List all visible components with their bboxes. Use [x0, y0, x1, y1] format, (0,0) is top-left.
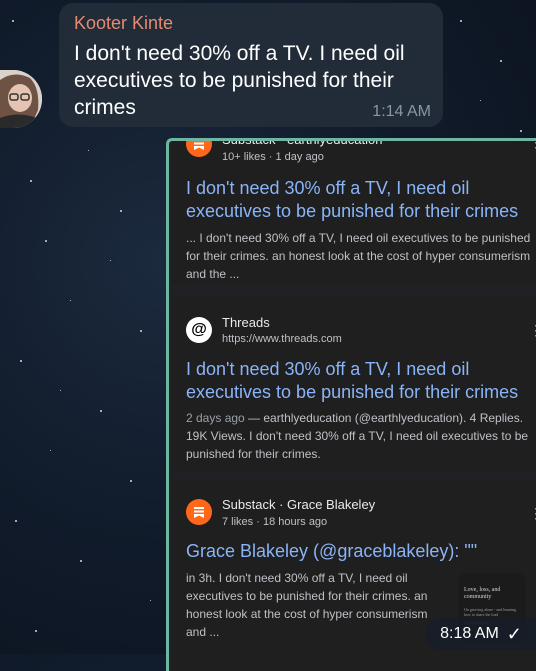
- thumbnail-title: Love, loss, and community: [464, 587, 501, 600]
- thumbnail-subtitle: On grieving alone - and learning how to …: [464, 607, 517, 617]
- check-icon: ✓: [506, 623, 522, 644]
- more-vert-icon[interactable]: ⋮: [529, 506, 536, 520]
- result-subline: https://www.threads.com: [222, 333, 342, 345]
- sent-status: 8:18 AM ✓: [426, 618, 536, 650]
- threads-icon: @: [186, 317, 212, 343]
- search-results-panel: Substack · earthlyeducation 10+ likes · …: [166, 138, 536, 671]
- result-source: Substack · Grace Blakeley: [222, 497, 376, 512]
- result-source: Substack · earthlyeducation: [222, 138, 383, 147]
- result-subline: 7 likes · 18 hours ago: [222, 516, 328, 528]
- substack-icon: [186, 499, 212, 525]
- sender-avatar[interactable]: [0, 70, 42, 128]
- result-card[interactable]: @ Threads https://www.threads.com ⋮ I do…: [172, 295, 536, 471]
- result-snippet: ... I don't need 30% off a TV, I need oi…: [186, 231, 531, 281]
- result-date: 2 days ago: [186, 411, 245, 425]
- message-bubble[interactable]: Kooter Kinte I don't need 30% off a TV. …: [59, 3, 443, 127]
- sent-time: 8:18 AM: [440, 625, 499, 642]
- result-source: Threads: [222, 315, 270, 330]
- substack-icon: [186, 141, 212, 157]
- result-title[interactable]: I don't need 30% off a TV, I need oil ex…: [186, 177, 536, 223]
- result-snippet: 2 days ago — earthlyeducation (@earthlye…: [186, 409, 536, 463]
- more-vert-icon[interactable]: ⋮: [529, 141, 536, 149]
- result-snippet: in 3h. I don't need 30% off a TV, I need…: [186, 571, 428, 639]
- result-title[interactable]: I don't need 30% off a TV, I need oil ex…: [186, 358, 536, 404]
- result-card[interactable]: Substack · earthlyeducation 10+ likes · …: [172, 138, 536, 285]
- result-subline: 10+ likes · 1 day ago: [222, 151, 324, 163]
- sender-name[interactable]: Kooter Kinte: [74, 13, 173, 34]
- result-title[interactable]: Grace Blakeley (@graceblakeley): "": [186, 540, 536, 563]
- more-vert-icon[interactable]: ⋮: [529, 323, 536, 337]
- message-time: 1:14 AM: [372, 103, 431, 120]
